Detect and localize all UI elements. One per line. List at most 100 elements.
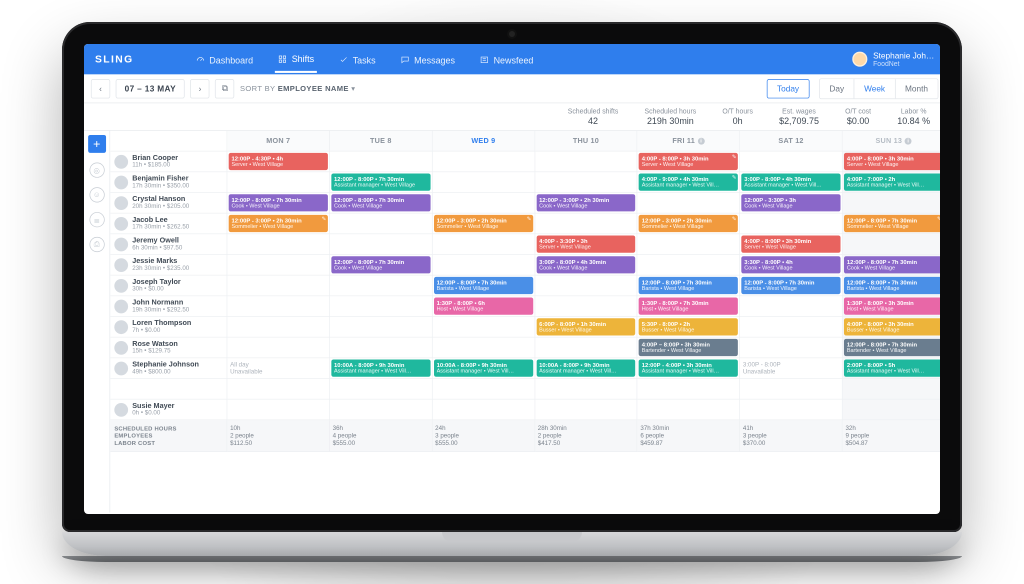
schedule-cell[interactable]: 3:00P - 8:00PUnavailable [740, 358, 843, 379]
schedule-cell[interactable] [432, 379, 535, 400]
schedule-cell[interactable]: 10:00A - 8:00P • 9h 30minAssistant manag… [535, 358, 638, 379]
shift-block[interactable]: 4:00P - 7:00P • 2hAssistant manager • We… [844, 174, 940, 191]
schedule-cell[interactable] [535, 213, 638, 234]
employee-cell[interactable]: Rose Watson15h • $129.75 [110, 338, 227, 359]
schedule-cell[interactable]: 3:00P - 8:00P • 4h 30minCook • West Vill… [535, 255, 638, 276]
schedule-cell[interactable] [638, 234, 741, 255]
schedule-cell[interactable] [535, 338, 638, 359]
schedule-cell[interactable]: 5:30P - 8:00P • 2hBusser • West Village [638, 317, 741, 338]
schedule-cell[interactable] [330, 379, 433, 400]
schedule-cell[interactable] [535, 151, 638, 172]
view-month[interactable]: Month [895, 79, 938, 98]
schedule-cell[interactable] [330, 234, 433, 255]
shift-block[interactable]: 3:00P - 8:00P • 4h 30minCook • West Vill… [536, 256, 635, 273]
shift-block[interactable]: 4:00P - 8:00P • 3h 30minServer • West Vi… [639, 153, 738, 170]
schedule-cell[interactable] [330, 151, 433, 172]
schedule-cell[interactable] [740, 296, 843, 317]
day-header[interactable]: FRI 11i [638, 131, 741, 152]
schedule-cell[interactable] [227, 255, 330, 276]
schedule-cell[interactable] [535, 379, 638, 400]
schedule-cell[interactable]: 3:00P - 8:00P • 4h 30minAssistant manage… [740, 172, 843, 193]
schedule-cell[interactable] [330, 276, 433, 297]
schedule-cell[interactable]: 12:00P - 8:00P • 7h 30minBarista • West … [740, 276, 843, 297]
schedule-cell[interactable] [227, 296, 330, 317]
schedule-cell[interactable] [432, 338, 535, 359]
shift-block[interactable]: 12:00P - 8:00P • 7h 30minBarista • West … [741, 277, 840, 294]
rail-report-icon[interactable]: ⎙ [89, 237, 104, 252]
employee-cell[interactable]: Joseph Taylor30h • $0.00 [110, 276, 227, 297]
prev-week-button[interactable]: ‹ [91, 79, 110, 98]
schedule-cell[interactable]: 12:00P - 8:00P • 7h 30minCook • West Vil… [330, 193, 433, 214]
schedule-cell[interactable] [740, 379, 843, 400]
schedule-cell[interactable]: 12:00P - 8:00P • 7h 30minBarista • West … [843, 276, 940, 297]
schedule-cell[interactable] [330, 296, 433, 317]
schedule-cell[interactable] [843, 379, 940, 400]
rail-location-icon[interactable]: ◎ [89, 163, 104, 178]
shift-block[interactable]: 4:00P - 8:00P • 3h 30minServer • West Vi… [844, 153, 940, 170]
schedule-cell[interactable] [432, 400, 535, 421]
nav-newsfeed[interactable]: Newsfeed [477, 46, 536, 71]
employee-cell[interactable]: Susie Mayer0h • $0.00 [110, 400, 227, 421]
shift-block[interactable]: 12:00P - 8:00P • 7h 30minBartender • Wes… [844, 339, 940, 356]
schedule-cell[interactable]: 12:00P - 3:00P • 2h 30minSommelier • Wes… [227, 213, 330, 234]
schedule-cell[interactable]: 12:00P - 3:30P • 3hCook • West Village [740, 193, 843, 214]
schedule-cell[interactable] [638, 193, 741, 214]
rail-people-icon[interactable]: ☺ [89, 187, 104, 202]
shift-block[interactable]: 4:00P - 9:00P • 4h 30minAssistant manage… [639, 174, 738, 191]
schedule-cell[interactable] [227, 276, 330, 297]
schedule-cell[interactable]: 12:00P - 8:00P • 7h 30minAssistant manag… [330, 172, 433, 193]
nav-dashboard[interactable]: Dashboard [193, 46, 256, 71]
schedule-cell[interactable] [330, 400, 433, 421]
schedule-cell[interactable]: 4:00P - 8:00P • 3h 30minServer • West Vi… [843, 151, 940, 172]
shift-block[interactable]: 1:30P - 8:00P • 6hHost • West Village [434, 298, 533, 315]
shift-block[interactable]: 10:00A - 8:00P • 9h 30minAssistant manag… [536, 360, 635, 377]
schedule-cell[interactable] [227, 317, 330, 338]
schedule-cell[interactable]: 6:00P - 8:00P • 1h 30minBusser • West Vi… [535, 317, 638, 338]
shift-block[interactable]: 12:00P - 8:00P • 7h 30minCook • West Vil… [229, 194, 328, 211]
schedule-cell[interactable] [535, 400, 638, 421]
employee-cell[interactable]: Benjamin Fisher17h 30min • $350.00 [110, 172, 227, 193]
schedule-cell[interactable] [432, 151, 535, 172]
schedule-cell[interactable] [227, 172, 330, 193]
shift-block[interactable]: 12:00P - 8:00P • 7h 30minCook • West Vil… [844, 256, 940, 273]
schedule-cell[interactable]: 12:00P - 8:00P • 7h 30minCook • West Vil… [227, 193, 330, 214]
schedule-cell[interactable]: 4:00P - 8:00P • 3h 30minServer • West Vi… [740, 234, 843, 255]
schedule-cell[interactable] [535, 276, 638, 297]
schedule-cell[interactable]: 12:00P - 3:00P • 2h 30minCook • West Vil… [535, 193, 638, 214]
schedule-cell[interactable]: 4:00P – 8:00P • 3h 30minBartender • West… [638, 338, 741, 359]
employee-cell[interactable]: Stephanie Johnson49h • $800.00 [110, 358, 227, 379]
day-header[interactable]: MON 7 [227, 131, 330, 152]
employee-cell[interactable]: John Normann19h 30min • $292.50 [110, 296, 227, 317]
nav-tasks[interactable]: Tasks [336, 46, 378, 71]
employee-cell[interactable]: Crystal Hanson20h 30min • $205.00 [110, 193, 227, 214]
schedule-cell[interactable] [638, 255, 741, 276]
employee-cell[interactable] [110, 379, 227, 400]
schedule-cell[interactable] [740, 400, 843, 421]
schedule-cell[interactable] [535, 296, 638, 317]
schedule-cell[interactable] [638, 400, 741, 421]
schedule-cell[interactable] [843, 400, 940, 421]
employee-cell[interactable]: Loren Thompson7h • $0.00 [110, 317, 227, 338]
schedule-cell[interactable]: 12:00P - 8:00P • 7h 30minCook • West Vil… [330, 255, 433, 276]
schedule-cell[interactable]: 12:00P - 4:00P • 3h 30minAssistant manag… [638, 358, 741, 379]
shift-block[interactable]: 12:00P - 3:00P • 2h 30minSommelier • Wes… [639, 215, 738, 232]
shift-block[interactable]: 12:00P - 3:30P • 3hCook • West Village [741, 194, 840, 211]
day-header[interactable]: SUN 13i [843, 131, 940, 152]
schedule-cell[interactable] [330, 338, 433, 359]
day-header[interactable]: TUE 8 [330, 131, 433, 152]
next-week-button[interactable]: › [190, 79, 209, 98]
shift-block[interactable]: 12:00P - 8:00P • 7h 30minSommelier • Wes… [844, 215, 940, 232]
schedule-cell[interactable] [740, 338, 843, 359]
schedule-cell[interactable]: 2:00P - 8:00P • 5hAssistant manager • We… [843, 358, 940, 379]
schedule-cell[interactable] [432, 317, 535, 338]
schedule-cell[interactable]: 12:00P - 3:00P • 2h 30minSommelier • Wes… [638, 213, 741, 234]
schedule-cell[interactable] [227, 338, 330, 359]
shift-block[interactable]: 12:00P - 8:00P • 7h 30minBarista • West … [844, 277, 940, 294]
shift-block[interactable]: 3:00P - 8:00P • 4h 30minAssistant manage… [741, 174, 840, 191]
shift-block[interactable]: 1:30P - 8:00P • 3h 30minHost • West Vill… [844, 298, 940, 315]
employee-cell[interactable]: Jacob Lee17h 30min • $262.50 [110, 213, 227, 234]
employee-cell[interactable]: Jessie Marks23h 30min • $235.00 [110, 255, 227, 276]
shift-block[interactable]: 12:00P - 8:00P • 7h 30minBarista • West … [639, 277, 738, 294]
shift-block[interactable]: 12:00P - 8:00P • 7h 30minCook • West Vil… [331, 194, 430, 211]
schedule-cell[interactable] [740, 213, 843, 234]
